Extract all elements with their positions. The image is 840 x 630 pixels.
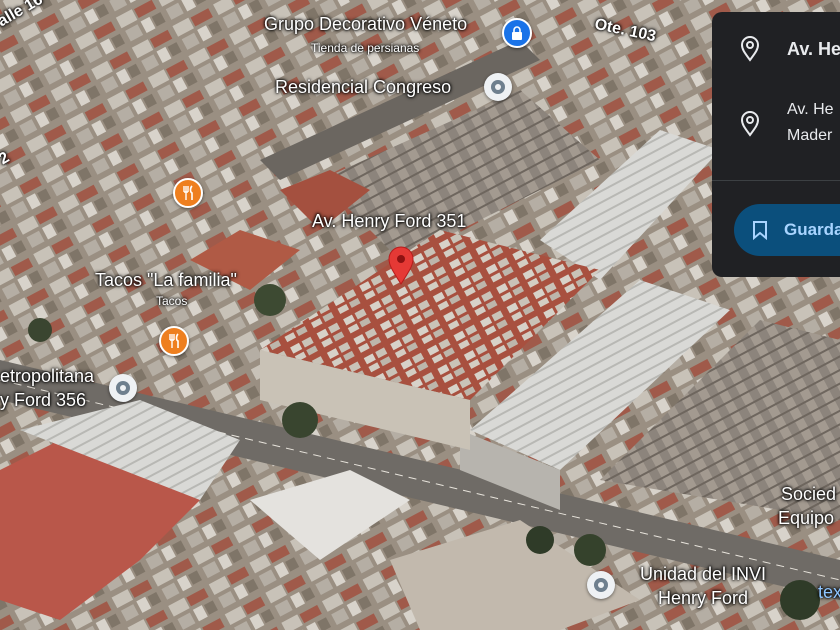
- shopping-bag-icon[interactable]: [502, 18, 532, 48]
- place-label-sociedad[interactable]: Socied: [781, 484, 836, 505]
- save-button-label: Guarda: [784, 220, 840, 239]
- place-marker-icon[interactable]: [587, 571, 615, 599]
- selected-address-label[interactable]: Av. Henry Ford 351: [312, 211, 466, 232]
- place-label-sociedad-line2[interactable]: Equipo: [778, 508, 834, 529]
- tree: [780, 580, 820, 620]
- panel-divider: [712, 180, 840, 181]
- place-marker-icon[interactable]: [484, 73, 512, 101]
- place-category-tacos: Tacos: [156, 294, 188, 308]
- full-address-line1: Av. He: [787, 101, 834, 118]
- place-label-residencial-congreso[interactable]: Residencial Congreso: [275, 77, 451, 98]
- full-address-line2: Mader: [787, 127, 833, 144]
- tree: [526, 526, 554, 554]
- restaurant-icon[interactable]: [159, 326, 189, 356]
- location-pin-icon: [740, 36, 760, 62]
- place-category-grupo-decorativo: Tienda de persianas: [311, 41, 420, 55]
- restaurant-icon[interactable]: [173, 178, 203, 208]
- place-label-metropolitana[interactable]: etropolitana: [0, 366, 94, 387]
- address-title: Av. He: [787, 39, 840, 59]
- fork-knife-glyph: [169, 333, 179, 348]
- place-info-panel: Av. He Av. He Mader Guarda: [712, 12, 840, 277]
- lock-bag-glyph: [512, 26, 522, 40]
- place-label-tacos-la-familia[interactable]: Tacos "La familia": [95, 270, 237, 291]
- save-button[interactable]: Guarda: [734, 204, 840, 256]
- fork-knife-glyph: [183, 185, 193, 200]
- place-label-metropolitana-line2[interactable]: y Ford 356: [0, 390, 86, 411]
- truncated-text-fragment: tex: [818, 582, 840, 602]
- tree: [282, 402, 318, 438]
- place-marker-icon[interactable]: [109, 374, 137, 402]
- bookmark-icon: [753, 221, 767, 240]
- tree: [574, 534, 606, 566]
- place-label-unidad-invi[interactable]: Unidad del INVI: [628, 564, 778, 585]
- location-pin-icon: [740, 111, 760, 137]
- tree: [254, 284, 286, 316]
- place-label-grupo-decorativo[interactable]: Grupo Decorativo Véneto: [264, 14, 467, 35]
- tree: [28, 318, 52, 342]
- place-label-unidad-invi-line2[interactable]: Henry Ford: [628, 588, 778, 609]
